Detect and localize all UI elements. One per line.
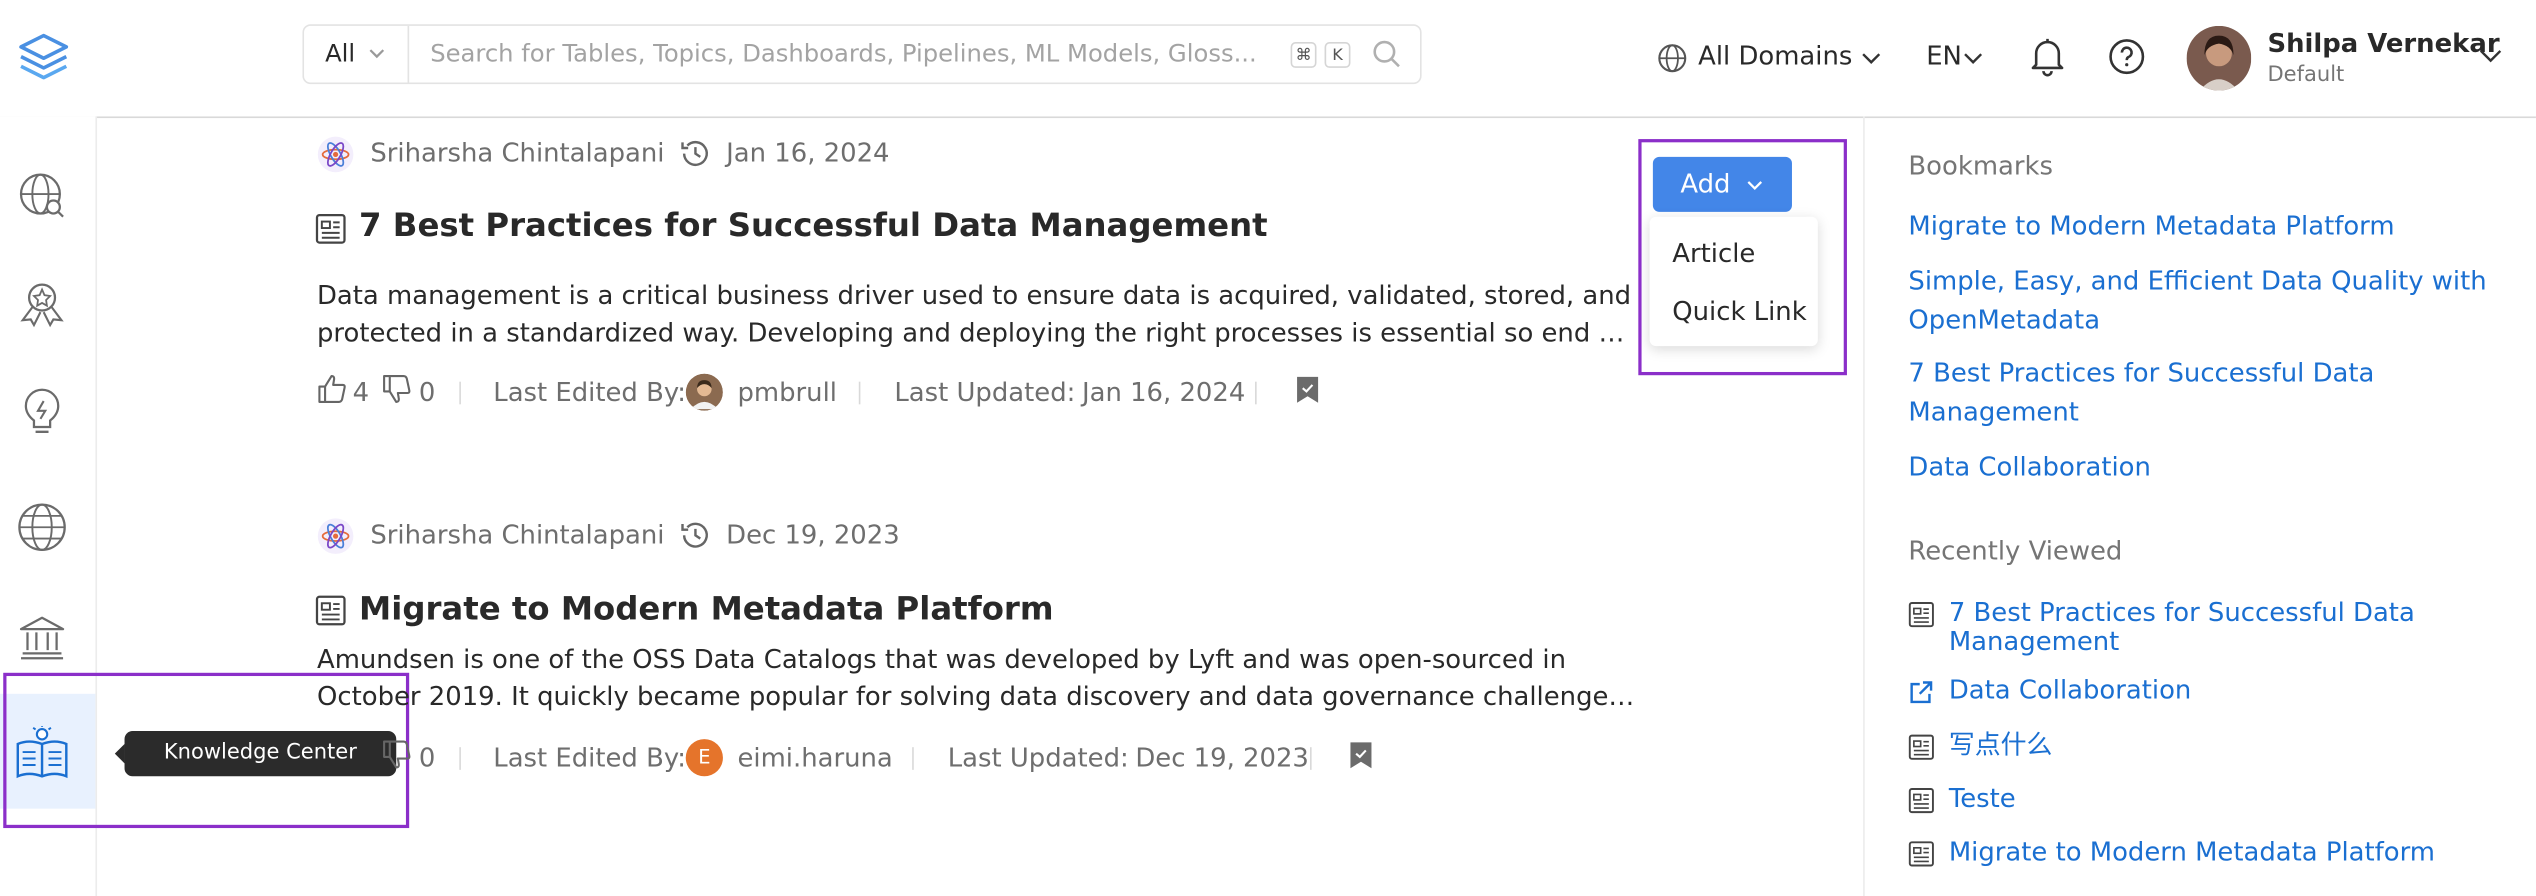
data-quality-icon[interactable] — [16, 278, 68, 330]
last-updated-date: Dec 19, 2023 — [1135, 742, 1309, 774]
chevron-down-icon — [1862, 53, 1881, 64]
divider — [1255, 381, 1257, 405]
highlight-box-add-menu — [1638, 139, 1847, 376]
explore-icon[interactable] — [16, 170, 68, 222]
divider — [459, 747, 461, 770]
history-clock-icon — [681, 522, 708, 548]
article-description: Data management is a critical business d… — [317, 278, 1640, 351]
insights-bulb-icon[interactable] — [16, 388, 68, 440]
governance-bank-icon[interactable] — [16, 611, 68, 663]
article-description: Amundsen is one of the OSS Data Catalogs… — [317, 642, 1640, 715]
recently-viewed-heading: Recently Viewed — [1908, 535, 2123, 567]
bookmarks-heading: Bookmarks — [1908, 150, 2053, 182]
dislike-count: 0 — [418, 376, 436, 408]
bookmark-link[interactable]: Simple, Easy, and Efficient Data Quality… — [1908, 262, 2490, 340]
article-date: Dec 19, 2023 — [726, 519, 900, 550]
last-edited-label: Last Edited By: — [493, 376, 686, 408]
app-logo[interactable] — [16, 31, 71, 86]
recent-item-label: Migrate to Modern Metadata Platform — [1948, 836, 2435, 867]
article-author[interactable]: Sriharsha Chintalapani — [370, 519, 664, 550]
recent-item-label: 写点什么 — [1948, 729, 2053, 761]
last-edited-user[interactable]: eimi.haruna — [737, 742, 892, 773]
help-icon[interactable] — [2107, 37, 2146, 76]
recent-item-label: Teste — [1948, 782, 2016, 814]
last-updated-label: Last Updated: — [894, 376, 1076, 408]
search-scope-label: All — [325, 38, 356, 68]
thumbs-up-icon[interactable] — [317, 374, 348, 405]
chevron-down-icon[interactable] — [2479, 49, 2502, 64]
shortcut-k-key: K — [1324, 42, 1351, 68]
editor-avatar — [685, 373, 723, 411]
divider — [459, 381, 461, 405]
like-count: 4 — [352, 376, 370, 408]
divider — [858, 381, 861, 405]
dislike-count: 0 — [418, 742, 436, 774]
language-label: EN — [1926, 40, 1962, 72]
article-date: Jan 16, 2024 — [726, 137, 890, 169]
article-icon — [315, 595, 346, 626]
user-avatar[interactable] — [2186, 25, 2252, 91]
history-clock-icon — [681, 140, 708, 166]
top-bar: All Search for Tables, Topics, Dashboard… — [0, 0, 2536, 119]
author-avatar-icon — [317, 136, 354, 173]
external-link-icon — [1910, 681, 1933, 704]
divider — [912, 747, 914, 770]
domain-selector-label: All Domains — [1698, 40, 1853, 72]
article-icon — [1908, 841, 1934, 867]
search-input[interactable]: Search for Tables, Topics, Dashboards, P… — [430, 26, 1271, 83]
bookmark-link[interactable]: Migrate to Modern Metadata Platform — [1908, 207, 2490, 246]
editor-avatar: E — [685, 739, 723, 777]
domains-globe-icon[interactable] — [16, 501, 68, 553]
thumbs-down-icon[interactable] — [382, 374, 413, 405]
divider — [1310, 747, 1312, 770]
recent-item-label: Data Collaboration — [1948, 674, 2192, 706]
bookmark-link[interactable]: Data Collaboration — [1908, 448, 2490, 487]
bookmark-icon[interactable] — [1295, 375, 1319, 404]
app-frame: All Search for Tables, Topics, Dashboard… — [0, 0, 2536, 896]
bell-icon[interactable] — [2028, 36, 2067, 78]
search-scope-select[interactable]: All — [304, 25, 410, 83]
bookmark-link[interactable]: 7 Best Practices for Successful Data Man… — [1908, 354, 2490, 432]
user-role: Default — [2267, 63, 2345, 88]
last-updated-label: Last Updated: — [947, 742, 1129, 774]
global-search: All Search for Tables, Topics, Dashboard… — [302, 24, 1422, 85]
article-title[interactable]: Migrate to Modern Metadata Platform — [359, 589, 1054, 628]
globe-icon — [1658, 44, 1687, 73]
right-panel: Bookmarks Migrate to Modern Metadata Pla… — [1863, 116, 2536, 896]
article-description-line-2: October 2019. It quickly became popular … — [316, 680, 1640, 711]
language-selector[interactable]: EN — [1926, 40, 1983, 72]
thumbs-down-icon[interactable] — [382, 739, 413, 770]
chevron-down-icon — [1964, 53, 1983, 64]
article-icon — [1908, 734, 1934, 760]
article-description-line-1: Amundsen is one of the OSS Data Catalogs… — [316, 643, 1567, 675]
article-description-line-2: protected in a standardized way. Develop… — [316, 316, 1640, 347]
article-icon — [1908, 602, 1934, 628]
article-author[interactable]: Sriharsha Chintalapani — [370, 137, 664, 168]
article-icon — [315, 213, 346, 244]
last-edited-user[interactable]: pmbrull — [737, 377, 836, 408]
bookmark-icon[interactable] — [1349, 741, 1373, 770]
chevron-down-icon — [369, 49, 385, 59]
shortcut-cmd-key: ⌘ — [1290, 42, 1317, 68]
article-title[interactable]: 7 Best Practices for Successful Data Man… — [359, 205, 1268, 244]
recent-item-label: 7 Best Practices for Successful Data Man… — [1948, 596, 2415, 657]
article-description-line-1: Data management is a critical business d… — [316, 279, 1632, 311]
last-updated-date: Jan 16, 2024 — [1081, 376, 1246, 408]
last-edited-label: Last Edited By: — [493, 742, 686, 774]
user-name[interactable]: Shilpa Vernekar — [2267, 27, 2499, 58]
search-icon[interactable] — [1371, 39, 1403, 71]
article-icon — [1908, 788, 1934, 814]
author-avatar-icon — [317, 518, 354, 554]
